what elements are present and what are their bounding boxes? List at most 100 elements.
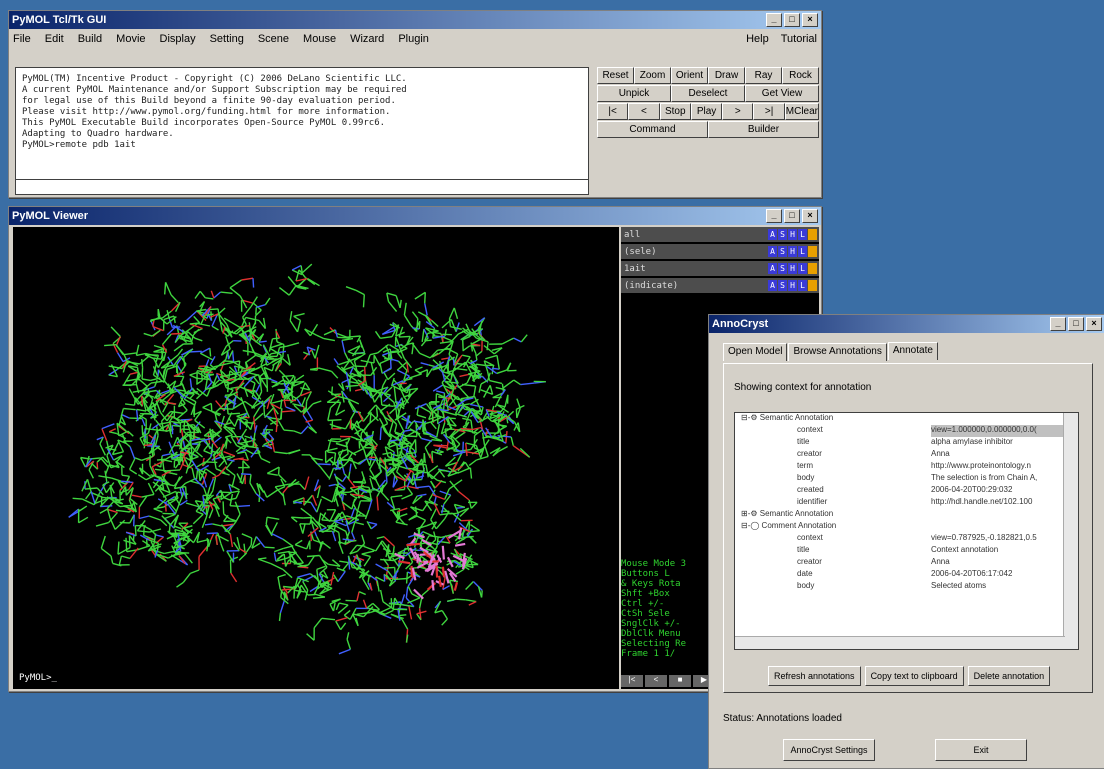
prev-frame-button[interactable]: < — [628, 103, 659, 120]
delete-annotation-button[interactable]: Delete annotation — [968, 666, 1051, 686]
stop-button[interactable]: Stop — [660, 103, 691, 120]
draw-button[interactable]: Draw — [708, 67, 745, 84]
zoom-button[interactable]: Zoom — [634, 67, 671, 84]
action-button[interactable]: A — [768, 246, 777, 257]
viewer-prompt[interactable]: PyMOL>_ — [19, 673, 57, 683]
hide-button[interactable]: H — [788, 246, 797, 257]
menu-wizard[interactable]: Wizard — [350, 33, 384, 45]
tree-property[interactable]: creatorAnna — [735, 557, 1078, 569]
rock-button[interactable]: Rock — [782, 67, 819, 84]
object-row-all[interactable]: all A S H L — [621, 227, 819, 242]
tab-annotate[interactable]: Annotate — [888, 342, 938, 360]
tree-property[interactable]: date2006-04-20T06:17:042 — [735, 569, 1078, 581]
tree-node[interactable]: ⊟-⚙ Semantic Annotation — [735, 413, 1078, 425]
anno-titlebar[interactable]: AnnoCryst _ □ × — [709, 315, 1104, 333]
tree-property[interactable]: contextview=1.000000,0.000000,0.0( — [735, 425, 1078, 437]
menu-display[interactable]: Display — [160, 33, 196, 45]
menu-mouse[interactable]: Mouse — [303, 33, 336, 45]
mclear-button[interactable]: MClear — [785, 103, 819, 120]
show-button[interactable]: S — [778, 263, 787, 274]
color-button[interactable] — [808, 280, 817, 291]
command-input[interactable] — [15, 179, 589, 195]
action-button[interactable]: A — [768, 263, 777, 274]
menu-help[interactable]: Help — [746, 33, 769, 45]
menu-build[interactable]: Build — [78, 33, 102, 45]
color-button[interactable] — [808, 246, 817, 257]
tree-node[interactable]: ⊟-◯ Comment Annotation — [735, 521, 1078, 533]
orient-button[interactable]: Orient — [671, 67, 708, 84]
rewind-button[interactable]: |< — [621, 675, 643, 687]
gui-titlebar[interactable]: PyMOL Tcl/Tk GUI _ □ × — [9, 11, 821, 29]
object-name[interactable]: all — [621, 230, 768, 240]
label-button[interactable]: L — [798, 280, 807, 291]
object-row-1ait[interactable]: 1ait A S H L — [621, 261, 819, 276]
reset-button[interactable]: Reset — [597, 67, 634, 84]
minimize-icon[interactable]: _ — [766, 13, 782, 27]
annocryst-settings-button[interactable]: AnnoCryst Settings — [783, 739, 875, 761]
object-name[interactable]: (sele) — [621, 247, 768, 257]
maximize-icon[interactable]: □ — [784, 209, 800, 223]
tree-property[interactable]: termhttp://www.proteinontology.n — [735, 461, 1078, 473]
last-frame-button[interactable]: >| — [753, 103, 784, 120]
hide-button[interactable]: H — [788, 280, 797, 291]
hide-button[interactable]: H — [788, 229, 797, 240]
exit-button[interactable]: Exit — [935, 739, 1027, 761]
next-frame-button[interactable]: > — [722, 103, 753, 120]
play-button[interactable]: Play — [691, 103, 722, 120]
color-button[interactable] — [808, 263, 817, 274]
vertical-scrollbar[interactable] — [1063, 413, 1078, 649]
menu-tutorial[interactable]: Tutorial — [781, 33, 817, 45]
object-row-indicate[interactable]: (indicate) A S H L — [621, 278, 819, 293]
tree-property[interactable]: creatorAnna — [735, 449, 1078, 461]
ray-button[interactable]: Ray — [745, 67, 782, 84]
molecule-structure[interactable] — [13, 227, 619, 689]
show-button[interactable]: S — [778, 229, 787, 240]
get-view-button[interactable]: Get View — [745, 85, 819, 102]
unpick-button[interactable]: Unpick — [597, 85, 671, 102]
builder-button[interactable]: Builder — [708, 121, 819, 138]
viewer-titlebar[interactable]: PyMOL Viewer _ □ × — [9, 207, 821, 225]
tree-node[interactable]: ⊞-⚙ Semantic Annotation — [735, 509, 1078, 521]
tree-property[interactable]: titlealpha amylase inhibitor — [735, 437, 1078, 449]
tree-property[interactable]: identifierhttp://hdl.handle.net/102.100 — [735, 497, 1078, 509]
copy-to-clipboard-button[interactable]: Copy text to clipboard — [865, 666, 964, 686]
show-button[interactable]: S — [778, 246, 787, 257]
menu-scene[interactable]: Scene — [258, 33, 289, 45]
horizontal-scrollbar[interactable] — [735, 636, 1065, 649]
label-button[interactable]: L — [798, 246, 807, 257]
minimize-icon[interactable]: _ — [766, 209, 782, 223]
molecule-viewport[interactable]: PyMOL>_ — [13, 227, 619, 689]
object-name[interactable]: 1ait — [621, 264, 768, 274]
object-row-sele[interactable]: (sele) A S H L — [621, 244, 819, 259]
menu-edit[interactable]: Edit — [45, 33, 64, 45]
menu-movie[interactable]: Movie — [116, 33, 145, 45]
stop-icon[interactable]: ■ — [669, 675, 691, 687]
show-button[interactable]: S — [778, 280, 787, 291]
tree-property[interactable]: bodySelected atoms — [735, 581, 1078, 593]
command-button[interactable]: Command — [597, 121, 708, 138]
close-icon[interactable]: × — [802, 13, 818, 27]
tab-open-model[interactable]: Open Model — [723, 343, 787, 361]
menu-file[interactable]: File — [13, 33, 31, 45]
tab-browse-annotations[interactable]: Browse Annotations — [788, 343, 886, 361]
label-button[interactable]: L — [798, 263, 807, 274]
close-icon[interactable]: × — [802, 209, 818, 223]
action-button[interactable]: A — [768, 280, 777, 291]
menu-plugin[interactable]: Plugin — [398, 33, 429, 45]
tree-property[interactable]: contextview=0.787925,-0.182821,0.5 — [735, 533, 1078, 545]
minimize-icon[interactable]: _ — [1050, 317, 1066, 331]
annotation-tree[interactable]: ⊟-⚙ Semantic Annotationcontextview=1.000… — [734, 412, 1079, 650]
color-button[interactable] — [808, 229, 817, 240]
hide-button[interactable]: H — [788, 263, 797, 274]
action-button[interactable]: A — [768, 229, 777, 240]
close-icon[interactable]: × — [1086, 317, 1102, 331]
back-button[interactable]: < — [645, 675, 667, 687]
deselect-button[interactable]: Deselect — [671, 85, 745, 102]
refresh-annotations-button[interactable]: Refresh annotations — [768, 666, 861, 686]
tree-property[interactable]: created2006-04-20T00:29:032 — [735, 485, 1078, 497]
tree-property[interactable]: bodyThe selection is from Chain A, — [735, 473, 1078, 485]
object-name[interactable]: (indicate) — [621, 281, 768, 291]
first-frame-button[interactable]: |< — [597, 103, 628, 120]
label-button[interactable]: L — [798, 229, 807, 240]
maximize-icon[interactable]: □ — [1068, 317, 1084, 331]
